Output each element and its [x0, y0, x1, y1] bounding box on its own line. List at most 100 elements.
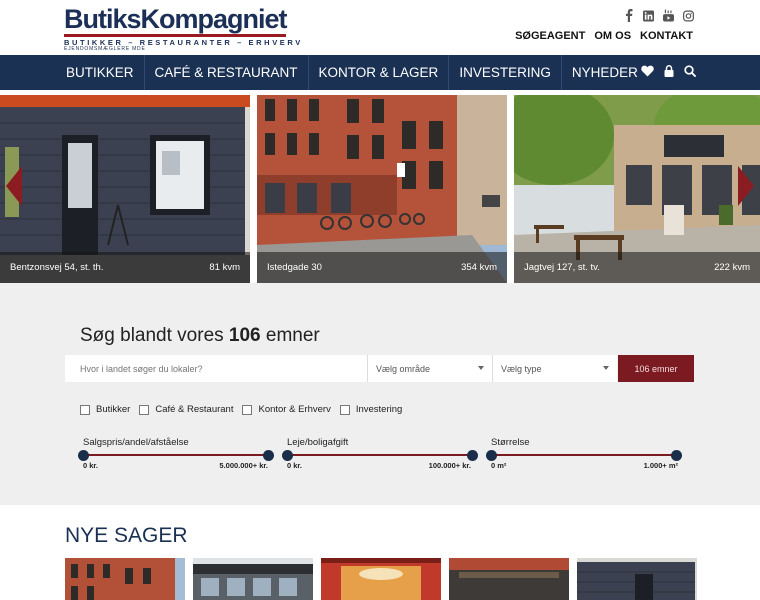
slide-size: 222 kvm: [714, 262, 750, 273]
location-search-input[interactable]: [65, 355, 367, 382]
price-range-slider: Salgspris/andel/afståelse 0 kr. 5.000.00…: [78, 437, 274, 470]
brand-logo[interactable]: ButiksKompagniet BUTIKKER – RESTAURANTER…: [64, 4, 300, 52]
case-card[interactable]: [321, 558, 441, 600]
range-label: Salgspris/andel/afståelse: [83, 437, 189, 448]
heart-icon[interactable]: [641, 65, 654, 80]
range-max-value: 1.000+ m²: [643, 461, 678, 470]
caret-down-icon: [603, 366, 609, 370]
case-photo: [321, 558, 441, 600]
new-cases-heading: NYE SAGER: [65, 524, 188, 547]
brand-subline: EJENDOMSMÆGLERE MDE: [64, 46, 146, 52]
slide-size: 354 kvm: [461, 262, 497, 273]
range-max-handle[interactable]: [467, 450, 478, 461]
case-photo: [577, 558, 697, 600]
range-track[interactable]: [491, 454, 677, 456]
nav-icons: [641, 65, 696, 80]
slider-prev-button[interactable]: [6, 166, 22, 206]
range-track[interactable]: [287, 454, 472, 456]
chevron-right-icon: [738, 166, 754, 206]
link-soegeagent[interactable]: SØGEAGENT: [515, 30, 585, 42]
slider-next-button[interactable]: [738, 166, 754, 206]
checkbox-label: Investering: [355, 404, 403, 415]
checkbox-box[interactable]: [139, 404, 150, 415]
slide-address: Bentzonsvej 54, st. th.: [10, 262, 104, 273]
range-min-handle[interactable]: [78, 450, 89, 461]
youtube-icon[interactable]: [663, 9, 674, 22]
slide-address: Istedgade 30: [267, 262, 322, 273]
category-checkboxes: Butikker Café & Restaurant Kontor & Erhv…: [80, 404, 411, 415]
search-section: Søg blandt vores 106 emner Vælg område V…: [0, 283, 760, 505]
facebook-icon[interactable]: [623, 9, 634, 22]
chevron-left-icon: [6, 166, 22, 206]
checkbox-cafe-restaurant[interactable]: Café & Restaurant: [139, 404, 233, 415]
logo-underline: [64, 34, 286, 37]
search-title-count: 106: [228, 325, 261, 346]
site-header: ButiksKompagniet BUTIKKER – RESTAURANTER…: [0, 0, 760, 55]
checkbox-box[interactable]: [80, 404, 90, 415]
property-slider: Bentzonsvej 54, st. th. 81 kvm Istedgade…: [0, 95, 760, 283]
checkbox-label: Café & Restaurant: [155, 404, 234, 415]
checkbox-box[interactable]: [339, 404, 350, 415]
range-track[interactable]: [83, 454, 268, 456]
size-range-slider: Størrelse 0 m² 1.000+ m²: [486, 437, 686, 470]
case-photo: [65, 558, 185, 600]
instagram-icon[interactable]: [683, 9, 694, 22]
range-max-handle[interactable]: [263, 450, 274, 461]
range-min-value: 0 m²: [491, 461, 507, 470]
social-links: [623, 9, 694, 22]
search-submit-button[interactable]: 106 emner: [618, 355, 694, 382]
slide-size: 81 kvm: [209, 262, 240, 273]
range-min-value: 0 kr.: [83, 461, 99, 470]
checkbox-label: Butikker: [96, 404, 131, 415]
link-kontakt[interactable]: KONTAKT: [640, 30, 693, 42]
link-om-os[interactable]: OM OS: [594, 30, 631, 42]
brand-logo-text: ButiksKompagniet: [64, 4, 288, 34]
nav-item-kontor-lager[interactable]: KONTOR & LAGER: [309, 55, 450, 90]
slide-address: Jagtvej 127, st. tv.: [524, 262, 600, 273]
range-max-value: 100.000+ kr.: [428, 461, 471, 470]
case-card[interactable]: [449, 558, 569, 600]
nav-item-cafe-restaurant[interactable]: CAFÉ & RESTAURANT: [145, 55, 309, 90]
lock-icon[interactable]: [664, 65, 674, 80]
linkedin-icon[interactable]: [643, 9, 654, 22]
type-select[interactable]: Vælg type: [492, 355, 617, 382]
range-label: Størrelse: [491, 437, 530, 448]
range-min-handle[interactable]: [486, 450, 497, 461]
main-nav: BUTIKKER CAFÉ & RESTAURANT KONTOR & LAGE…: [0, 55, 760, 90]
area-select[interactable]: Vælg område: [367, 355, 492, 382]
range-max-value: 5.000.000+ kr.: [219, 461, 268, 470]
nav-items: BUTIKKER CAFÉ & RESTAURANT KONTOR & LAGE…: [56, 55, 648, 90]
search-icon[interactable]: [684, 65, 696, 80]
checkbox-kontor-erhverv[interactable]: Kontor & Erhverv: [242, 404, 331, 415]
case-photo: [193, 558, 313, 600]
slide-caption: Jagtvej 127, st. tv. 222 kvm: [514, 252, 760, 283]
search-title: Søg blandt vores 106 emner: [80, 325, 320, 347]
case-photo: [449, 558, 569, 600]
nav-item-butikker[interactable]: BUTIKKER: [56, 55, 145, 90]
slide-card[interactable]: Jagtvej 127, st. tv. 222 kvm: [514, 95, 760, 283]
case-card[interactable]: [65, 558, 185, 600]
case-card[interactable]: [193, 558, 313, 600]
nav-item-nyheder[interactable]: NYHEDER: [562, 55, 648, 90]
checkbox-box[interactable]: [242, 404, 253, 415]
checkbox-investering[interactable]: Investering: [339, 404, 403, 415]
range-max-handle[interactable]: [671, 450, 682, 461]
search-title-suffix: emner: [260, 325, 320, 346]
rent-range-slider: Leje/boligafgift 0 kr. 100.000+ kr.: [282, 437, 478, 470]
slide-caption: Bentzonsvej 54, st. th. 81 kvm: [0, 252, 250, 283]
slide-card[interactable]: Bentzonsvej 54, st. th. 81 kvm: [0, 95, 250, 283]
slide-caption: Istedgade 30 354 kvm: [257, 252, 507, 283]
checkbox-butikker[interactable]: Butikker: [80, 404, 130, 415]
case-card[interactable]: [577, 558, 697, 600]
slide-card[interactable]: Istedgade 30 354 kvm: [257, 95, 507, 283]
nav-item-investering[interactable]: INVESTERING: [449, 55, 562, 90]
range-min-value: 0 kr.: [287, 461, 303, 470]
area-select-value: Vælg område: [376, 363, 431, 374]
type-select-value: Vælg type: [501, 363, 542, 374]
caret-down-icon: [478, 366, 484, 370]
search-title-prefix: Søg blandt vores: [80, 325, 229, 346]
checkbox-label: Kontor & Erhverv: [258, 404, 331, 415]
top-links: SØGEAGENT OM OS KONTAKT: [515, 30, 693, 42]
range-min-handle[interactable]: [282, 450, 293, 461]
search-bar: Vælg område Vælg type 106 emner: [65, 355, 694, 382]
